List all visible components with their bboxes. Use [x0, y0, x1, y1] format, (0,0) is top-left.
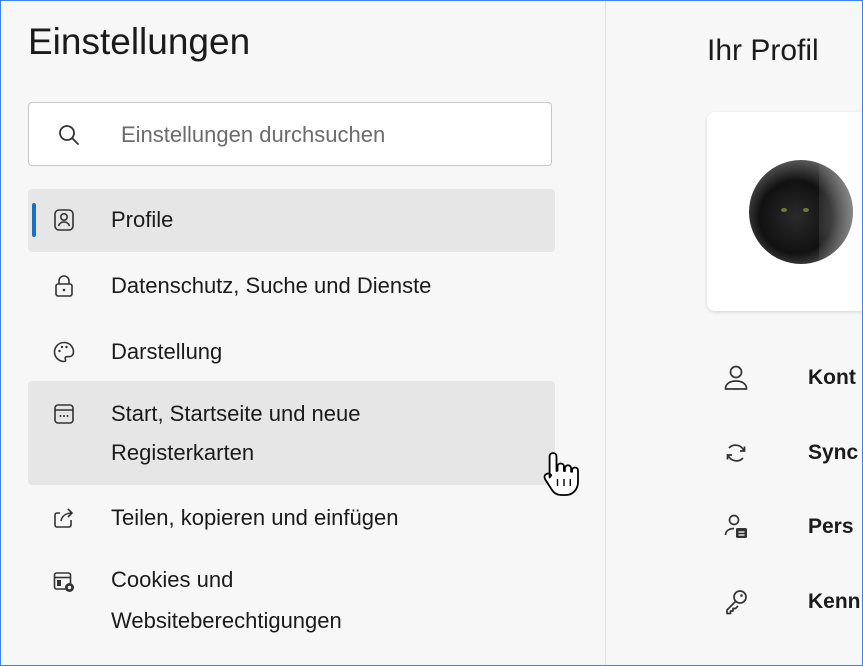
profile-row-passwords[interactable]: Kenn: [707, 582, 862, 622]
profile-row-label: Kenn: [808, 590, 861, 613]
sidebar-title: Einstellungen: [28, 21, 251, 62]
lock-icon: [52, 274, 76, 298]
cookies-icon: [52, 570, 76, 594]
share-icon: [52, 506, 76, 530]
profile-panel: Ihr Profil Kont Sync Pers Kenn: [606, 1, 862, 665]
sidebar-item-label: Darstellung: [111, 339, 223, 364]
sidebar-item-profile[interactable]: Profile: [28, 189, 555, 252]
active-indicator: [32, 203, 36, 237]
avatar-eye: [781, 208, 787, 212]
profile-row-label: Pers: [808, 515, 854, 538]
profile-row-personal-info[interactable]: Pers: [707, 507, 862, 547]
avatar[interactable]: [749, 160, 853, 264]
settings-search-box[interactable]: [28, 102, 552, 166]
page-title: Ihr Profil: [707, 34, 819, 67]
sidebar-item-label: Profile: [111, 207, 174, 232]
sidebar-item-label: Datenschutz, Suche und Dienste: [111, 273, 432, 298]
profile-card: [707, 112, 862, 311]
sidebar-item-privacy[interactable]: Datenschutz, Suche und Dienste: [28, 255, 555, 318]
settings-window: Einstellungen Profile Datenschutz, Suche…: [0, 0, 863, 666]
profile-row-account[interactable]: Kont: [707, 358, 862, 398]
profile-row-label: Kont: [808, 366, 856, 389]
sidebar-item-cookies[interactable]: Cookies und Websiteberechtigungen: [28, 551, 555, 655]
profile-icon: [52, 208, 76, 232]
sidebar-item-label-line1: Start, Startseite und neue: [111, 401, 361, 426]
profile-row-label: Sync: [808, 441, 859, 464]
sidebar-item-label-line1: Cookies und: [111, 567, 234, 592]
search-icon: [57, 123, 81, 152]
search-input[interactable]: [119, 117, 533, 153]
palette-icon: [52, 340, 76, 364]
sync-icon: [723, 439, 749, 472]
settings-sidebar: Einstellungen Profile Datenschutz, Suche…: [1, 1, 606, 665]
sidebar-item-appearance[interactable]: Darstellung: [28, 321, 555, 384]
start-page-icon: [52, 402, 76, 426]
sidebar-item-start-page[interactable]: Start, Startseite und neue Registerkarte…: [28, 381, 555, 485]
sidebar-item-label-line2: Websiteberechtigungen: [111, 608, 342, 633]
person-icon: [723, 364, 749, 397]
profile-row-sync[interactable]: Sync: [707, 433, 862, 473]
avatar-eye: [803, 208, 809, 212]
sidebar-item-share[interactable]: Teilen, kopieren und einfügen: [28, 487, 555, 550]
sidebar-item-label-line2: Registerkarten: [111, 440, 255, 465]
sidebar-item-label: Teilen, kopieren und einfügen: [111, 505, 399, 530]
personal-info-icon: [723, 513, 749, 546]
key-icon: [723, 588, 749, 621]
avatar-shade: [819, 160, 853, 264]
hand-cursor-icon: [541, 449, 585, 504]
